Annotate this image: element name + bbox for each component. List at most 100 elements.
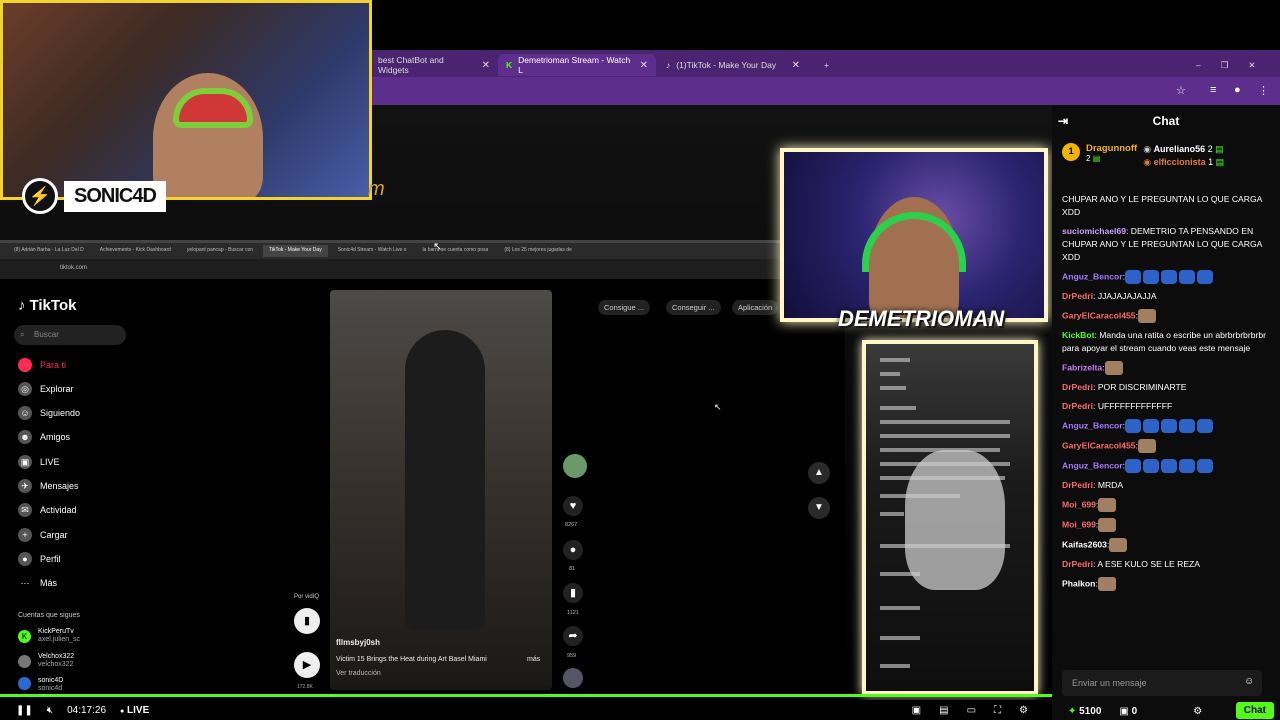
- tiktok-logo[interactable]: ♪ TikTok: [18, 297, 76, 314]
- chat-username[interactable]: suciomichael69: [1062, 226, 1126, 236]
- app-pill[interactable]: Aplicación: [732, 300, 779, 315]
- nav-live[interactable]: ▣ LIVE: [18, 455, 60, 469]
- nav-perfil[interactable]: ● Perfil: [18, 552, 61, 566]
- gifter-3[interactable]: ◉ elficcionista 1 ▤: [1143, 156, 1224, 169]
- chat-username[interactable]: GaryElCaracol455: [1062, 440, 1136, 450]
- nav-cargar[interactable]: + Cargar: [18, 528, 68, 542]
- chat-username[interactable]: Kaifas2603: [1062, 539, 1107, 549]
- inner-tab[interactable]: (8) Los 25 mejores jugadas de: [498, 245, 578, 257]
- emoji-icon[interactable]: ☺: [1244, 676, 1254, 687]
- nav-mas[interactable]: ⋯ Más: [18, 576, 58, 590]
- nav-explorar[interactable]: ◎ Explorar: [18, 382, 74, 396]
- inner-tab[interactable]: Sonic4d Stream - Watch Live o: [332, 245, 413, 257]
- inner-tab[interactable]: Achievements - Kick Dashboard: [94, 245, 177, 257]
- chat-username[interactable]: Fabrizelta: [1062, 362, 1102, 372]
- chat-message-input[interactable]: Enviar un mensaje: [1062, 670, 1262, 696]
- gifter-1[interactable]: 1 Dragunnoff 2 ▤: [1062, 143, 1137, 175]
- get-coins-pill[interactable]: Consigue ...: [598, 300, 651, 315]
- maximize-icon[interactable]: ❐: [1221, 60, 1229, 71]
- sonic-logo-icon: ⚡: [22, 178, 58, 214]
- creator-avatar[interactable]: [563, 454, 587, 478]
- sound-avatar[interactable]: [563, 668, 583, 688]
- chat-username[interactable]: KickBot: [1062, 330, 1094, 340]
- nav-para-ti[interactable]: ⌂ Para ti: [18, 358, 66, 372]
- inner-tab[interactable]: TikTok - Make Your Day: [263, 245, 328, 257]
- stats-icon[interactable]: ▮: [294, 608, 320, 634]
- chat-settings-icon[interactable]: ⚙: [1193, 706, 1202, 717]
- tab-label: best ChatBot and Widgets: [378, 55, 444, 75]
- extension-icon[interactable]: ●: [1234, 84, 1241, 96]
- gifters-2-3: ◉ Aureliano56 2 ▤ ◉ elficcionista 1 ▤: [1143, 143, 1224, 175]
- minimize-icon[interactable]: –: [1196, 60, 1201, 70]
- chat-username[interactable]: DrPedri: [1062, 480, 1093, 490]
- pip-icon[interactable]: ▤: [939, 705, 948, 716]
- new-tab-button[interactable]: +: [816, 54, 837, 76]
- share-icon[interactable]: ➦: [563, 626, 583, 646]
- chat-username[interactable]: DrPedri: [1062, 382, 1093, 392]
- following-account[interactable]: sonic4D sonic4d: [18, 677, 63, 693]
- chat-username[interactable]: DrPedri: [1062, 291, 1093, 301]
- settings-icon[interactable]: ⚙: [1019, 705, 1028, 716]
- gifter-2[interactable]: ◉ Aureliano56 2 ▤: [1143, 143, 1224, 156]
- player-time: 04:17:26: [67, 704, 107, 716]
- chat-username[interactable]: Anguz_Bencor: [1062, 271, 1123, 281]
- fullscreen-icon[interactable]: ⛶: [994, 705, 1001, 716]
- chat-username[interactable]: GaryElCaracol455: [1062, 310, 1136, 320]
- clip-icon[interactable]: ▣: [912, 705, 921, 716]
- chat-username[interactable]: DrPedri: [1062, 559, 1093, 569]
- playlist-icon[interactable]: ≡: [1210, 84, 1216, 96]
- bookmark-icon[interactable]: ▮: [563, 583, 583, 603]
- chat-username[interactable]: Phalkon: [1062, 578, 1095, 588]
- emote-icon: [1197, 270, 1214, 284]
- comment-icon[interactable]: ●: [563, 540, 583, 560]
- pause-icon[interactable]: ❚❚: [16, 705, 33, 716]
- browser-tab[interactable]: ♪ (1)TikTok - Make Your Day ✕: [658, 54, 808, 76]
- browser-tab-active[interactable]: K Demetrioman Stream - Watch L ✕: [498, 54, 656, 76]
- star-icon[interactable]: ☆: [1176, 84, 1186, 97]
- get-app-pill[interactable]: Conseguir ...: [666, 300, 721, 315]
- chat-username[interactable]: Moi_699: [1062, 519, 1096, 529]
- close-tab-icon[interactable]: ✕: [482, 60, 490, 71]
- like-icon[interactable]: ♥: [563, 496, 583, 516]
- following-account[interactable]: K KickPeruTv axel.julien_sc: [18, 628, 80, 644]
- theater-icon[interactable]: ▭: [967, 705, 976, 716]
- mute-icon[interactable]: 🔇︎: [47, 705, 53, 716]
- playback-progress[interactable]: [0, 694, 1052, 697]
- inner-tab[interactable]: yelopant pancap - Buscar con: [181, 245, 259, 257]
- top-gifters: 1 Dragunnoff 2 ▤ ◉ Aureliano56 2 ▤ ◉ elf…: [1052, 137, 1280, 181]
- nav-siguiendo[interactable]: ☺ Siguiendo: [18, 406, 80, 420]
- chevron-down-icon[interactable]: ▼: [808, 497, 830, 519]
- following-account[interactable]: Velchox322 velchox322: [18, 653, 74, 669]
- video-username[interactable]: fllmsbyj0sh: [336, 638, 380, 647]
- tiktok-search-input[interactable]: Buscar: [14, 325, 126, 345]
- chat-username[interactable]: Anguz_Bencor: [1062, 420, 1123, 430]
- tiktok-video[interactable]: fllmsbyj0sh Victim 15 Brings the Heat du…: [330, 290, 552, 690]
- collapse-chat-icon[interactable]: ⇥: [1058, 114, 1068, 128]
- send-chat-button[interactable]: Chat: [1235, 702, 1274, 719]
- upload-icon: +: [18, 528, 32, 542]
- video-more-link[interactable]: más: [527, 656, 540, 663]
- inner-tab[interactable]: la barra se cuenta como posa: [416, 245, 494, 257]
- emote-icon: [1197, 419, 1214, 433]
- play-icon[interactable]: ▶: [294, 652, 320, 678]
- chat-username[interactable]: Moi_699: [1062, 499, 1096, 509]
- inner-tab[interactable]: (8) Adrián Barba - La Luz Del D: [8, 245, 90, 257]
- nav-mensajes[interactable]: ✈ Mensajes: [18, 479, 79, 493]
- close-tab-icon[interactable]: ✕: [792, 60, 800, 71]
- close-tab-icon[interactable]: ✕: [640, 60, 648, 71]
- chevron-up-icon[interactable]: ▲: [808, 462, 830, 484]
- chat-username[interactable]: DrPedri: [1062, 401, 1093, 411]
- close-window-icon[interactable]: ✕: [1248, 60, 1255, 71]
- points[interactable]: ✦ 5100: [1068, 706, 1101, 717]
- inner-url-bar[interactable]: tiktok.com: [0, 259, 780, 279]
- chat-username[interactable]: Anguz_Bencor: [1062, 460, 1123, 470]
- window-controls: – ❐ ✕: [1188, 54, 1263, 76]
- browser-tab[interactable]: best ChatBot and Widgets ✕: [370, 54, 498, 76]
- more-menu-icon[interactable]: ⋮: [1258, 84, 1269, 97]
- video-translate-link[interactable]: Ver traducción: [336, 670, 381, 677]
- chat-message: DrPedri: MRDA: [1062, 479, 1272, 492]
- video-subject: [405, 330, 485, 630]
- nav-amigos[interactable]: ☻ Amigos: [18, 430, 70, 444]
- compass-icon: ◎: [18, 382, 32, 396]
- nav-actividad[interactable]: ✉ Actividad: [18, 503, 77, 517]
